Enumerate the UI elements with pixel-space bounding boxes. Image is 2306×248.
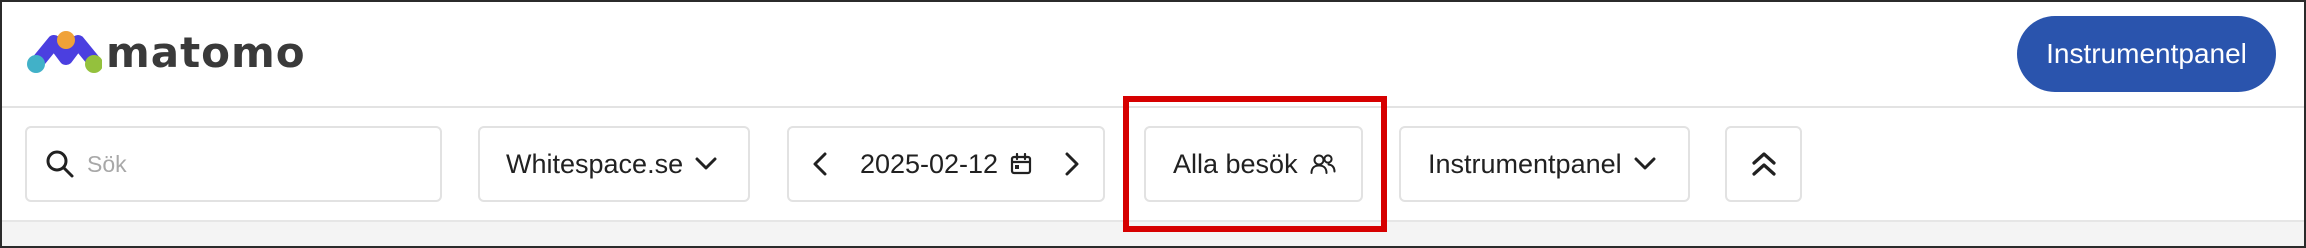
logo-text: matomo: [106, 28, 306, 77]
collapse-toggle-button[interactable]: [1725, 126, 1802, 202]
matomo-logo-icon: [27, 31, 102, 73]
content-area-edge: [2, 222, 2304, 246]
site-selector-label: Whitespace.se: [506, 148, 684, 179]
chevron-right-icon[interactable]: [1065, 152, 1079, 176]
report-controls-bar: Sök Whitespace.se 2025-02-12 Alla besök …: [2, 108, 2304, 222]
search-icon: [45, 149, 75, 179]
search-input[interactable]: Sök: [25, 126, 442, 202]
top-navbar: matomo Instrumentpanel: [2, 2, 2304, 108]
period-date: 2025-02-12: [859, 148, 999, 179]
dashboard-selector-label: Instrumentpanel: [1428, 148, 1622, 179]
calendar-icon: [1010, 153, 1032, 175]
period-selector: 2025-02-12: [787, 126, 1105, 202]
date-picker[interactable]: 2025-02-12: [860, 149, 1032, 180]
dashboard-nav-button[interactable]: Instrumentpanel: [2017, 16, 2276, 92]
browser-frame: matomo Instrumentpanel Sök Whitespace.se: [0, 0, 2306, 248]
search-placeholder: Sök: [87, 150, 127, 177]
users-icon: [1310, 153, 1336, 175]
site-selector[interactable]: Whitespace.se: [478, 126, 750, 202]
chevron-left-icon[interactable]: [813, 152, 827, 176]
segment-label: Alla besök: [1173, 148, 1298, 179]
matomo-logo[interactable]: matomo: [26, 30, 306, 76]
segment-selector[interactable]: Alla besök: [1144, 126, 1363, 202]
dashboard-selector[interactable]: Instrumentpanel: [1399, 126, 1690, 202]
double-chevron-up-icon: [1750, 149, 1778, 179]
chevron-down-icon: [695, 157, 717, 171]
chevron-down-icon: [1634, 157, 1656, 171]
